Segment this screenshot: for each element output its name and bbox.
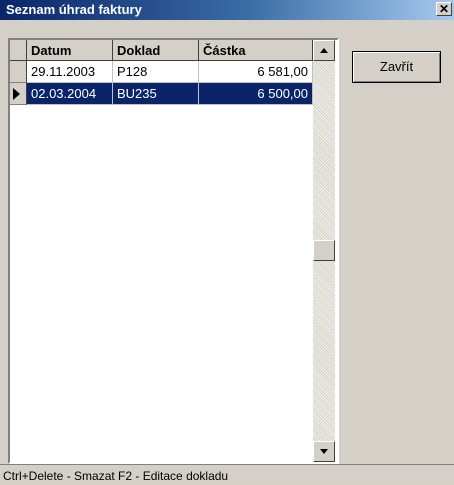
window-title: Seznam úhrad faktury — [6, 2, 142, 17]
cell-amount[interactable]: 6 581,00 — [199, 61, 313, 83]
row-indicator[interactable] — [10, 83, 27, 105]
current-row-arrow-icon — [13, 88, 20, 100]
arrow-down-icon — [320, 449, 328, 454]
scroll-down-button[interactable] — [313, 441, 335, 462]
vertical-scrollbar[interactable] — [313, 40, 335, 462]
cell-document[interactable]: P128 — [113, 61, 199, 83]
status-bar: Ctrl+Delete - Smazat F2 - Editace doklad… — [0, 464, 454, 485]
cell-date[interactable]: 29.11.2003 — [27, 61, 113, 83]
row-indicator[interactable] — [10, 61, 27, 83]
close-window-icon[interactable]: ✕ — [436, 2, 452, 16]
payments-grid[interactable]: Datum Doklad Částka 29.11.2003 P128 6 58… — [8, 38, 339, 464]
title-bar: Seznam úhrad faktury ✕ — [0, 0, 454, 20]
scroll-up-button[interactable] — [313, 40, 335, 61]
column-header-castka[interactable]: Částka — [199, 40, 313, 61]
column-header-doklad[interactable]: Doklad — [113, 40, 199, 61]
row-indicator-header — [10, 40, 27, 61]
close-button[interactable]: Zavřít — [352, 51, 441, 83]
cell-document[interactable]: BU235 — [113, 83, 199, 105]
table-row-selected[interactable]: 02.03.2004 BU235 6 500,00 — [10, 83, 313, 105]
cell-amount[interactable]: 6 500,00 — [199, 83, 313, 105]
scroll-thumb[interactable] — [313, 240, 335, 261]
arrow-up-icon — [320, 48, 328, 53]
column-header-datum[interactable]: Datum — [27, 40, 113, 61]
table-row[interactable]: 29.11.2003 P128 6 581,00 — [10, 61, 313, 83]
cell-date[interactable]: 02.03.2004 — [27, 83, 113, 105]
